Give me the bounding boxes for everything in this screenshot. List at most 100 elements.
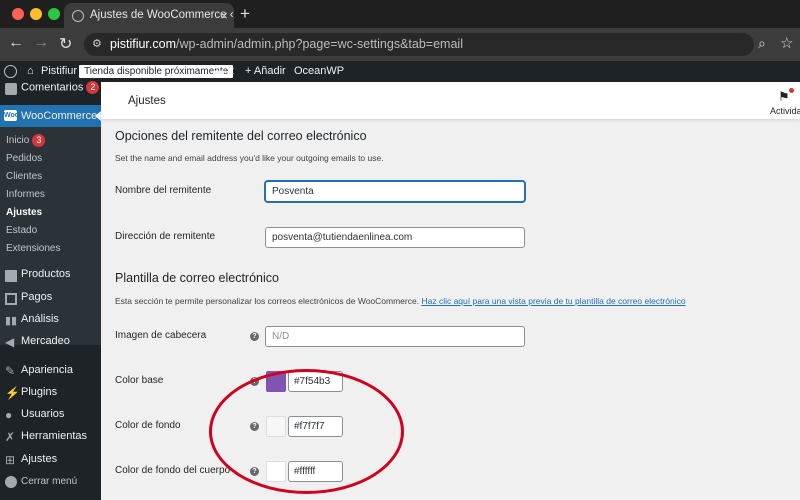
sidebar-item-mercadeo[interactable]: ◀ Mercadeo <box>0 335 101 353</box>
submenu-item-informes[interactable]: Informes <box>6 189 45 200</box>
sidebar-item-ajustes[interactable]: ⊞ Ajustes <box>0 453 101 471</box>
help-icon[interactable]: ? <box>250 332 259 341</box>
url-path: /wp-admin/admin.php?page=wc-settings&tab… <box>176 37 463 51</box>
comments-count-badge: 2 <box>86 81 100 94</box>
header-image-field[interactable]: N/D <box>265 326 525 347</box>
sidebar-item-label: WooCommerce <box>21 110 98 122</box>
forward-arrow-icon[interactable]: → <box>33 34 49 52</box>
submenu-item-ajustes[interactable]: Ajustes <box>6 207 42 218</box>
help-icon[interactable]: ? <box>250 467 259 476</box>
zoom-icon[interactable]: ⌕ <box>758 35 766 52</box>
user-icon: ● <box>5 408 13 422</box>
globe-icon <box>72 10 84 22</box>
payments-icon <box>5 293 17 305</box>
browser-tab[interactable]: Ajustes de WooCommerce ‹ P × <box>64 3 234 28</box>
woocommerce-logo-icon: Woo <box>4 110 20 121</box>
activity-button[interactable]: ⚑ Actividad <box>764 84 800 118</box>
sidebar-item-productos[interactable]: Productos <box>0 268 101 286</box>
tab-close-icon[interactable]: × <box>220 3 228 28</box>
sidebar-item-label: Pagos <box>21 291 53 303</box>
sidebar-item-label: Mercadeo <box>21 335 70 347</box>
sender-address-label: Dirección de remitente <box>115 231 216 242</box>
base-color-swatch[interactable] <box>266 371 286 392</box>
template-description-text: Esta sección te permite personalizar los… <box>115 296 420 306</box>
url-host: pistifiur.com <box>110 37 176 51</box>
sender-section-heading: Opciones del remitente del correo electr… <box>115 129 367 143</box>
comments-count-link[interactable]: 2 <box>228 61 234 82</box>
sidebar-item-usuarios[interactable]: ● Usuarios <box>0 408 101 426</box>
store-badge-wrap: Tienda disponible próximamente <box>79 61 234 82</box>
header-image-label: Imagen de cabecera <box>115 330 207 341</box>
help-icon[interactable]: ? <box>250 422 259 431</box>
address-bar-row: ← → ↻ ⚙ pistifiur.com/wp-admin/admin.php… <box>0 28 800 61</box>
sidebar-item-label: Productos <box>21 268 71 280</box>
add-new-link[interactable]: + Añadir <box>245 61 286 82</box>
body-background-color-label: Color de fondo del cuerpo <box>115 465 231 476</box>
home-icon: ⌂ <box>27 65 34 77</box>
template-section-heading: Plantilla de correo electrónico <box>115 271 279 285</box>
help-icon[interactable]: ? <box>250 377 259 386</box>
submenu-label: Inicio <box>6 135 30 147</box>
template-preview-link[interactable]: Haz clic aquí para una vista previa de t… <box>421 296 685 306</box>
megaphone-icon: ◀ <box>5 335 15 349</box>
admin-sidebar: Comentarios 2 Woo WooCommerce Inicio 3 Ped… <box>0 81 101 500</box>
back-arrow-icon[interactable]: ← <box>8 34 24 52</box>
body-background-color-input[interactable]: #ffffff <box>288 461 343 482</box>
sidebar-item-label: Comentarios <box>21 81 84 94</box>
sender-name-label: Nombre del remitente <box>115 185 212 196</box>
new-tab-button[interactable]: + <box>240 4 250 24</box>
submenu-item-clientes[interactable]: Clientes <box>6 171 42 182</box>
collapse-arrow-icon <box>5 476 17 488</box>
url-input[interactable]: ⚙ pistifiur.com/wp-admin/admin.php?page=… <box>84 33 754 56</box>
wordpress-logo-icon[interactable] <box>4 65 17 78</box>
wp-admin-bar: ⌂ Pistifiur Tienda disponible próximamen… <box>0 61 800 82</box>
sidebar-item-label: Análisis <box>21 313 59 325</box>
analytics-icon: ▮▮ <box>5 315 18 327</box>
body-background-color-swatch[interactable] <box>266 461 286 482</box>
sidebar-item-label: Usuarios <box>21 408 65 420</box>
submenu-item-pedidos[interactable]: Pedidos <box>6 153 42 164</box>
submenu-item-estado[interactable]: Estado <box>6 225 37 236</box>
store-status-badge[interactable]: Tienda disponible próximamente <box>79 65 234 78</box>
sender-name-field[interactable]: Posventa <box>265 181 525 202</box>
sidebar-item-plugins[interactable]: ⚡ Plugins <box>0 386 101 404</box>
collapse-menu-button[interactable]: Cerrar menú <box>0 475 101 493</box>
maximize-window-button[interactable] <box>48 8 60 20</box>
activity-label: Actividad <box>770 106 800 116</box>
bookmark-star-icon[interactable]: ☆ <box>780 34 793 52</box>
oceanwp-link[interactable]: OceanWP <box>294 61 344 82</box>
sidebar-item-woocommerce[interactable]: Woo WooCommerce <box>0 105 101 127</box>
settings-sliders-icon: ⊞ <box>5 453 16 467</box>
collapse-menu-label: Cerrar menú <box>21 476 78 487</box>
background-color-label: Color de fondo <box>115 420 181 431</box>
sidebar-item-comments[interactable]: Comentarios 2 <box>0 81 101 102</box>
site-name-link[interactable]: Pistifiur <box>41 61 77 82</box>
tab-title: Ajustes de WooCommerce ‹ P <box>90 9 234 21</box>
notification-dot <box>789 88 794 93</box>
sidebar-item-analisis[interactable]: ▮▮ Análisis <box>0 313 101 331</box>
sender-address-field[interactable]: posventa@tutiendaenlinea.com <box>265 227 525 248</box>
submenu-item-inicio[interactable]: Inicio 3 <box>6 134 46 147</box>
page-header: Ajustes ⚑ Actividad <box>101 82 800 120</box>
sidebar-item-apariencia[interactable]: ✎ Apariencia <box>0 364 101 382</box>
flag-icon: ⚑ <box>778 89 790 104</box>
submenu-item-extensiones[interactable]: Extensiones <box>6 243 60 254</box>
plug-icon: ⚡ <box>5 386 20 400</box>
background-color-input[interactable]: #f7f7f7 <box>288 416 343 437</box>
minimize-window-button[interactable] <box>30 8 42 20</box>
site-info-icon[interactable]: ⚙ <box>92 33 102 56</box>
reload-icon[interactable]: ↻ <box>59 34 72 54</box>
sidebar-item-pagos[interactable]: Pagos <box>0 291 101 309</box>
inicio-count-badge: 3 <box>32 134 46 147</box>
background-color-swatch[interactable] <box>266 416 286 437</box>
products-icon <box>5 270 17 282</box>
close-window-button[interactable] <box>12 8 24 20</box>
sidebar-item-label: Herramientas <box>21 430 88 442</box>
sidebar-item-herramientas[interactable]: ✗ Herramientas <box>0 430 101 448</box>
sidebar-item-label: Apariencia <box>21 364 73 376</box>
brush-icon: ✎ <box>5 364 16 378</box>
base-color-input[interactable]: #7f54b3 <box>288 371 343 392</box>
sidebar-item-label: Plugins <box>21 386 58 398</box>
template-section-description: Esta sección te permite personalizar los… <box>115 296 686 306</box>
page-title: Ajustes <box>128 95 166 107</box>
